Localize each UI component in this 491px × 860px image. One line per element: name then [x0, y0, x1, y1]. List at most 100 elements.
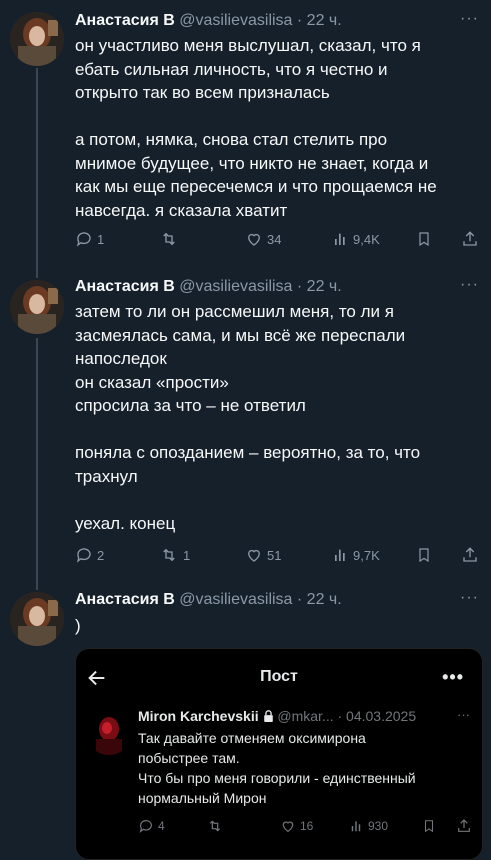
heart-icon	[248, 549, 260, 562]
more-options-button[interactable]: ···	[460, 10, 479, 28]
timestamp[interactable]: · 22 ч.	[297, 278, 342, 295]
embedded-reply-count: 4	[158, 819, 165, 833]
text-line: ебать сильная личность, что я честно и	[75, 59, 388, 79]
text-line: навсегда. я сказала хватит	[75, 200, 288, 220]
reply-icon	[76, 232, 91, 247]
bookmark-icon	[419, 232, 429, 247]
share-button[interactable]	[461, 229, 479, 249]
more-options-button[interactable]: ···	[460, 276, 479, 294]
repost-count: 1	[183, 547, 191, 563]
text-line: мнимое будущее, что никто не знает, когд…	[75, 153, 429, 173]
text-line: он участливо меня выслушал, сказал, что …	[75, 36, 421, 55]
avatar[interactable]	[10, 12, 64, 66]
text-line: уехал. конец	[75, 513, 176, 533]
tweet-text: )	[75, 614, 480, 638]
embedded-more-options: ···	[457, 707, 470, 722]
text-line: спросила за что – не ответил	[75, 396, 306, 415]
heart-icon	[282, 821, 294, 833]
like-button[interactable]: 51	[245, 545, 281, 565]
avatar[interactable]	[10, 592, 64, 646]
timestamp[interactable]: · 22 ч.	[297, 12, 342, 29]
views-icon	[335, 233, 345, 245]
text-line: Так давайте отменяем оксимирона	[138, 730, 366, 746]
embedded-like: 16	[280, 817, 313, 835]
embedded-reply: 4	[138, 817, 165, 835]
reply-button[interactable]: 2	[75, 545, 104, 565]
embedded-header-bar: Пост •••	[76, 649, 482, 709]
reply-icon	[76, 548, 91, 563]
embedded-author-name: Miron Karchevskii	[138, 708, 259, 724]
repost-button[interactable]	[159, 229, 183, 249]
reply-icon	[139, 820, 152, 833]
repost-button[interactable]: 1	[159, 545, 190, 565]
heart-icon	[248, 233, 260, 246]
lock-icon	[263, 709, 274, 725]
tweet-header: Анастасия В @vasilievasilisa · 22 ч.	[75, 591, 342, 609]
text-line: поняла с опозданием – вероятно, за то, ч…	[75, 443, 421, 462]
share-icon	[463, 231, 477, 246]
like-count: 51	[267, 547, 282, 563]
text-line: нормальный Мирон	[138, 790, 267, 806]
tweet-header: Анастасия В @vasilievasilisa · 22 ч.	[75, 12, 342, 30]
like-button[interactable]: 34	[245, 229, 281, 249]
tweet[interactable]: Анастасия В @vasilievasilisa · 22 ч. ···…	[0, 270, 491, 588]
text-line: )	[75, 616, 81, 635]
views-icon	[351, 821, 361, 832]
avatar[interactable]	[10, 280, 64, 334]
text-line: побыстрее там.	[138, 750, 240, 766]
tweet-header: Анастасия В @vasilievasilisa · 22 ч.	[75, 278, 342, 296]
tweet-actions: 2 1 51 9,7K	[75, 545, 481, 565]
reply-count: 1	[97, 231, 105, 247]
embedded-more-icon: •••	[442, 667, 464, 687]
views-icon	[335, 549, 345, 561]
author-name[interactable]: Анастасия В	[75, 12, 175, 29]
view-count: 9,4K	[353, 231, 380, 247]
embedded-view-count: 930	[368, 819, 389, 833]
repost-icon	[163, 548, 175, 562]
embedded-repost	[206, 817, 228, 835]
author-name[interactable]: Анастасия В	[75, 591, 175, 608]
tweet-actions: 1 34 9,4K	[75, 229, 481, 249]
embedded-bookmark	[422, 817, 436, 835]
views-button[interactable]: 9,7K	[333, 545, 380, 565]
embedded-like-count: 16	[300, 819, 314, 833]
share-button[interactable]	[461, 545, 479, 565]
embedded-text: Так давайте отменяем оксимирона побыстре…	[138, 728, 473, 808]
bookmark-button[interactable]	[416, 229, 432, 249]
embedded-header-title: Пост	[260, 668, 298, 685]
embedded-image[interactable]: Пост ••• Miron Karchevskii @mkar... · 04…	[75, 648, 483, 860]
repost-icon	[209, 820, 221, 832]
embedded-header: Miron Karchevskii @mkar... · 04.03.2025	[138, 708, 416, 725]
embedded-views: 930	[350, 817, 388, 835]
text-line: засмеялась сама, и мы всё же переспали	[75, 325, 406, 345]
more-options-button[interactable]: ···	[460, 589, 479, 607]
reply-count: 2	[97, 547, 105, 563]
author-handle[interactable]: @vasilievasilisa	[179, 591, 292, 608]
tweet[interactable]: Анастасия В @vasilievasilisa · 22 ч. ···…	[0, 0, 491, 270]
share-icon	[458, 819, 470, 832]
reply-button[interactable]: 1	[75, 229, 104, 249]
embedded-actions: 4 16 930	[138, 817, 474, 835]
bookmark-icon	[419, 548, 429, 563]
views-button[interactable]: 9,4K	[333, 229, 380, 249]
view-count: 9,7K	[353, 547, 380, 563]
text-line: Что бы про меня говорили - единственный	[138, 770, 416, 786]
tweet-text: он участливо меня выслушал, сказал, что …	[75, 34, 480, 222]
author-name[interactable]: Анастасия В	[75, 278, 175, 295]
text-line: открыто так во всем призналась	[75, 83, 330, 102]
text-line: затем то ли он рассмешил меня, то ли я	[75, 302, 394, 321]
bookmark-button[interactable]	[416, 545, 432, 565]
text-line: трахнул	[75, 466, 138, 486]
timestamp[interactable]: · 22 ч.	[297, 591, 342, 608]
embedded-author-handle: @mkar...	[277, 708, 334, 724]
bookmark-icon	[424, 820, 434, 833]
embedded-date: · 04.03.2025	[337, 708, 417, 724]
text-line: он сказал «прости»	[75, 372, 229, 392]
text-line: как мы еще пересечемся и что прощаемся н…	[75, 177, 437, 196]
author-handle[interactable]: @vasilievasilisa	[179, 12, 292, 29]
text-line: напоследок	[75, 349, 167, 368]
repost-icon	[163, 232, 175, 246]
author-handle[interactable]: @vasilievasilisa	[179, 278, 292, 295]
like-count: 34	[267, 231, 282, 247]
share-icon	[463, 547, 477, 562]
